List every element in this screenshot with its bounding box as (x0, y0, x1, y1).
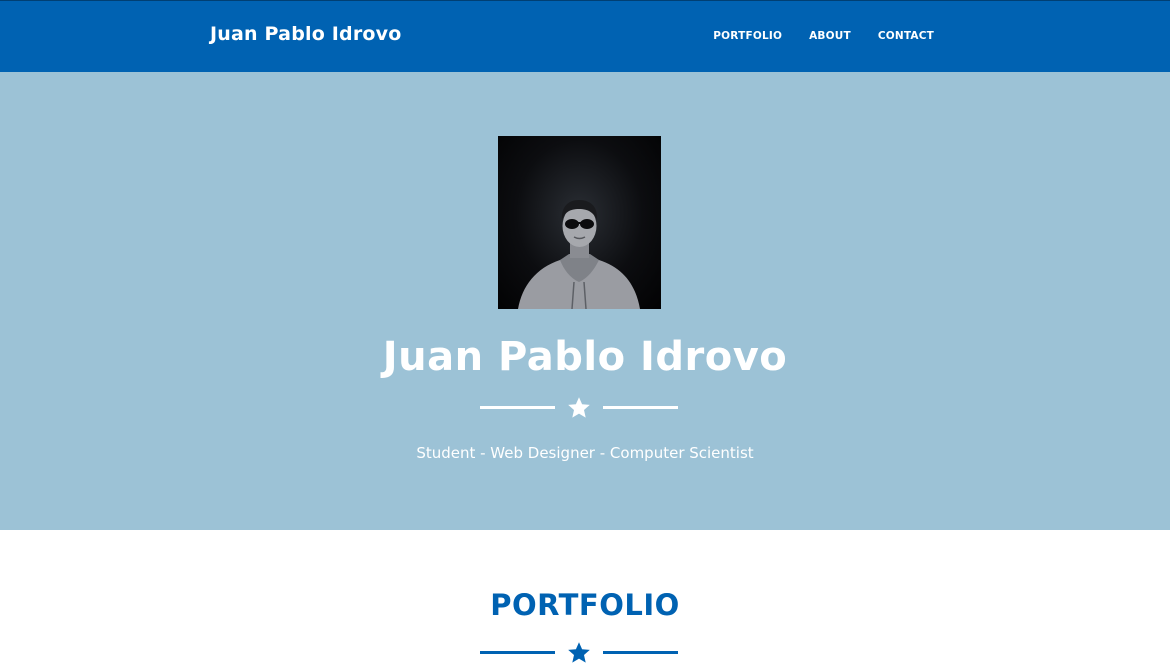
navbar: Juan Pablo Idrovo PORTFOLIO ABOUT CONTAC… (0, 0, 1170, 72)
hero-subtitle: Student - Web Designer - Computer Scient… (416, 444, 754, 462)
divider-line-left (480, 651, 555, 654)
divider-line-left (480, 406, 555, 409)
nav-link-portfolio[interactable]: PORTFOLIO (713, 30, 782, 42)
portfolio-heading: PORTFOLIO (490, 588, 680, 622)
star-icon (568, 642, 590, 663)
divider-line-right (603, 406, 678, 409)
nav-link-contact[interactable]: CONTACT (878, 30, 934, 42)
profile-photo (498, 136, 661, 309)
profile-photo-illustration (518, 200, 640, 309)
divider-line-right (603, 651, 678, 654)
brand-link[interactable]: Juan Pablo Idrovo (210, 23, 402, 45)
portfolio-star-divider (480, 641, 678, 665)
nav-link-about[interactable]: ABOUT (809, 30, 851, 42)
hero-star-divider (480, 396, 678, 420)
star-icon (568, 397, 590, 418)
nav-links: PORTFOLIO ABOUT CONTACT (713, 30, 934, 42)
masthead: Juan Pablo Idrovo Student - Web Designer… (0, 72, 1170, 530)
hero-title: Juan Pablo Idrovo (382, 334, 788, 380)
